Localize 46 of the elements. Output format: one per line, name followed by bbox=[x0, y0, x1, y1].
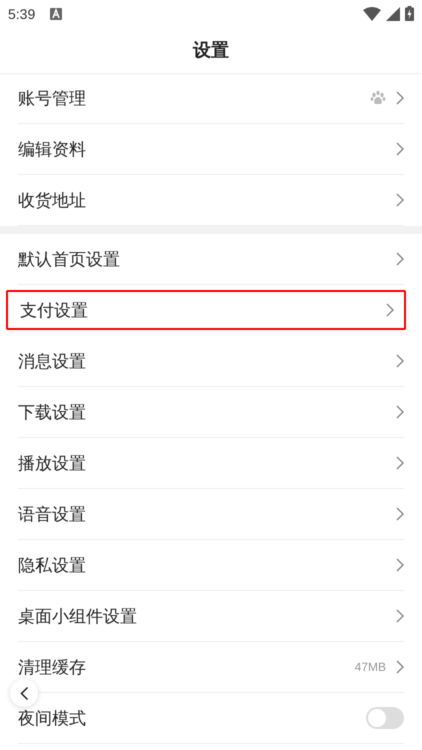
settings-row[interactable]: 默认首页设置 bbox=[18, 234, 404, 285]
chevron-icon bbox=[396, 507, 404, 521]
status-time: 5:39 bbox=[8, 6, 36, 22]
chevron-icon bbox=[396, 193, 404, 207]
chevron-icon bbox=[386, 303, 394, 317]
back-button[interactable] bbox=[10, 679, 38, 707]
row-label: 隐私设置 bbox=[18, 554, 87, 576]
settings-row[interactable]: 隐私设置 bbox=[18, 540, 404, 591]
settings-row[interactable]: 账号管理 bbox=[18, 73, 404, 124]
settings-row[interactable]: 下载设置 bbox=[18, 387, 404, 438]
row-label: 桌面小组件设置 bbox=[18, 606, 138, 628]
row-label: 播放设置 bbox=[18, 452, 87, 474]
chevron-icon bbox=[396, 354, 404, 368]
back-icon bbox=[20, 686, 28, 700]
row-value: 47MB bbox=[354, 660, 386, 674]
row-label: 消息设置 bbox=[18, 350, 87, 372]
settings-row[interactable]: 语音设置 bbox=[18, 489, 404, 540]
toggle-switch[interactable] bbox=[366, 707, 404, 729]
wifi-icon bbox=[363, 6, 381, 20]
settings-row[interactable]: 桌面小组件设置 bbox=[18, 591, 404, 642]
row-label: 账号管理 bbox=[18, 88, 87, 110]
signal-icon bbox=[386, 6, 400, 20]
chevron-icon bbox=[396, 660, 404, 674]
chevron-icon bbox=[396, 558, 404, 572]
row-label: 编辑资料 bbox=[18, 138, 87, 160]
row-label: 清理缓存 bbox=[18, 656, 87, 678]
row-label: 夜间模式 bbox=[18, 708, 87, 730]
settings-row[interactable]: 编辑资料 bbox=[18, 124, 404, 175]
chevron-icon bbox=[396, 142, 404, 156]
row-label: 默认首页设置 bbox=[18, 248, 121, 270]
notification-icon bbox=[50, 8, 62, 20]
battery-icon bbox=[405, 6, 414, 21]
settings-row[interactable]: 支付设置 bbox=[6, 290, 406, 330]
settings-row[interactable]: 播放设置 bbox=[18, 438, 404, 489]
chevron-icon bbox=[396, 456, 404, 470]
row-label: 语音设置 bbox=[18, 504, 87, 526]
chevron-icon bbox=[396, 609, 404, 623]
page-title: 设置 bbox=[193, 39, 229, 62]
paw-icon bbox=[370, 90, 386, 106]
chevron-icon bbox=[396, 405, 404, 419]
row-label: 支付设置 bbox=[20, 300, 89, 322]
chevron-icon bbox=[396, 91, 404, 105]
row-label: 下载设置 bbox=[18, 402, 87, 424]
chevron-icon bbox=[396, 252, 404, 266]
row-label: 收货地址 bbox=[18, 190, 87, 212]
settings-row[interactable]: 消息设置 bbox=[18, 336, 404, 387]
